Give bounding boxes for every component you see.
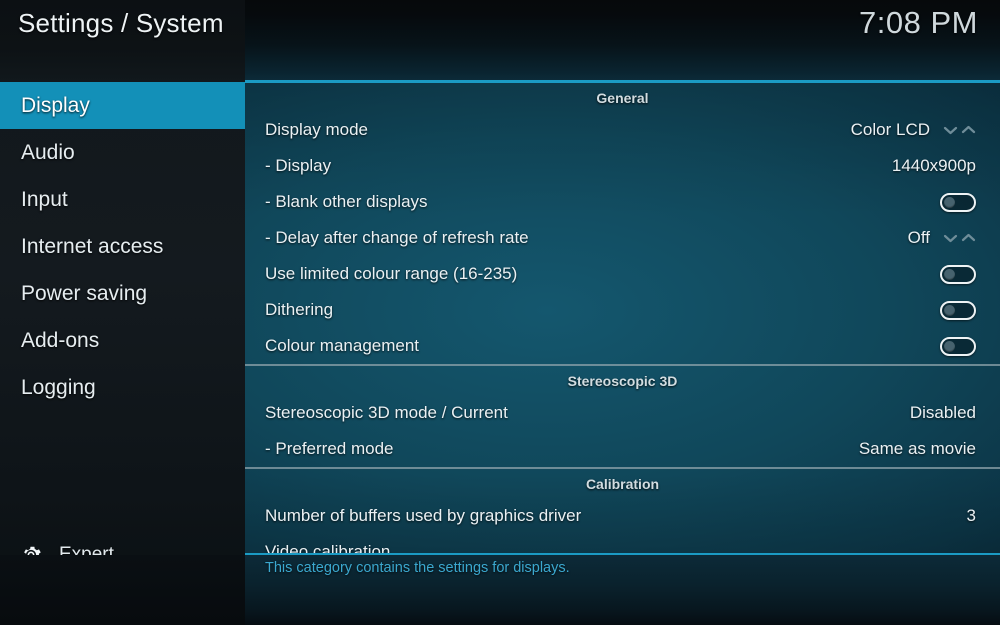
setting-label: Video calibration bbox=[265, 542, 391, 553]
chevron-up-icon[interactable] bbox=[960, 231, 977, 245]
setting-value: Same as movie bbox=[858, 439, 976, 458]
chevron-up-icon[interactable] bbox=[960, 123, 977, 137]
setting-control-area: 3 bbox=[967, 506, 976, 526]
setting-value: 1440x900p bbox=[891, 156, 976, 175]
sidebar-item-label: Power saving bbox=[21, 281, 148, 305]
spinner-control[interactable] bbox=[942, 123, 976, 137]
chevron-down-icon[interactable] bbox=[942, 231, 959, 245]
clock: 7:08 PM bbox=[859, 5, 978, 40]
setting-row[interactable]: Display mode Color LCD bbox=[245, 112, 1000, 148]
setting-control-area: Same as movie bbox=[859, 439, 976, 459]
setting-label: Number of buffers used by graphics drive… bbox=[265, 506, 582, 525]
sidebar-menu: Display Audio Input Internet access Power sa… bbox=[0, 82, 245, 411]
sidebar-footer-fill bbox=[0, 555, 245, 625]
setting-row[interactable]: Use limited colour range (16-235) bbox=[245, 256, 1000, 292]
sidebar-item-internet-access[interactable]: Internet access bbox=[0, 223, 245, 270]
sidebar-item-audio[interactable]: Audio bbox=[0, 129, 245, 176]
sidebar-item-label: Add-ons bbox=[21, 328, 100, 352]
setting-toggle[interactable] bbox=[940, 336, 976, 356]
setting-label: - Preferred mode bbox=[265, 439, 394, 458]
setting-value: Off bbox=[907, 228, 930, 247]
setting-label: - Delay after change of refresh rate bbox=[265, 228, 529, 247]
sidebar: Display Audio Input Internet access Power sa… bbox=[0, 82, 245, 625]
kodi-settings-window: Settings / System 7:08 PM Display Audio In… bbox=[0, 0, 1000, 625]
setting-control-area: Color LCD bbox=[851, 120, 976, 140]
setting-toggle[interactable] bbox=[940, 264, 976, 284]
setting-label: Display mode bbox=[265, 120, 368, 139]
setting-row[interactable]: - Blank other displays bbox=[245, 184, 1000, 220]
setting-label: Stereoscopic 3D mode / Current bbox=[265, 403, 508, 422]
page-title: Settings / System bbox=[18, 8, 224, 38]
setting-control-area bbox=[940, 336, 976, 356]
setting-row[interactable]: - Display 1440x900p bbox=[245, 148, 1000, 184]
settings-list-viewport[interactable]: General Display mode Color LCD - Display 144… bbox=[245, 83, 1000, 553]
description-bar: This category contains the settings for … bbox=[245, 555, 1000, 625]
setting-toggle[interactable] bbox=[940, 192, 976, 212]
sidebar-item-input[interactable]: Input bbox=[0, 176, 245, 223]
setting-control-area bbox=[940, 192, 976, 212]
setting-row[interactable]: Video calibration bbox=[245, 534, 1000, 553]
setting-row[interactable]: - Delay after change of refresh rate Off bbox=[245, 220, 1000, 256]
window-header: Settings / System 7:08 PM bbox=[0, 0, 1000, 82]
setting-toggle[interactable] bbox=[940, 300, 976, 320]
sidebar-item-label: Logging bbox=[21, 375, 96, 399]
sidebar-item-logging[interactable]: Logging bbox=[0, 364, 245, 411]
sidebar-item-label: Input bbox=[21, 187, 68, 211]
setting-value: Disabled bbox=[909, 403, 976, 422]
setting-label: Colour management bbox=[265, 336, 420, 355]
setting-label: Use limited colour range (16-235) bbox=[265, 264, 518, 283]
sidebar-item-display[interactable]: Display bbox=[0, 82, 245, 129]
description-text: This category contains the settings for … bbox=[265, 560, 570, 576]
section-heading: Stereoscopic 3D bbox=[567, 372, 678, 389]
toggle-knob bbox=[944, 196, 955, 208]
setting-label: - Blank other displays bbox=[265, 192, 428, 211]
setting-control-area: Off bbox=[908, 228, 976, 248]
settings-sections: General Display mode Color LCD - Display 144… bbox=[245, 83, 1000, 553]
setting-row[interactable]: Dithering bbox=[245, 292, 1000, 328]
setting-label: Dithering bbox=[265, 300, 334, 319]
toggle-knob bbox=[944, 340, 955, 352]
section-heading: General bbox=[596, 89, 649, 106]
chevron-down-icon[interactable] bbox=[942, 123, 959, 137]
setting-control-area: 1440x900p bbox=[892, 156, 976, 176]
setting-row[interactable]: - Preferred mode Same as movie bbox=[245, 431, 1000, 467]
setting-control-area: Disabled bbox=[910, 403, 976, 423]
spinner-control[interactable] bbox=[942, 231, 976, 245]
setting-row[interactable]: Colour management bbox=[245, 328, 1000, 364]
sidebar-item-label: Audio bbox=[21, 140, 75, 164]
setting-value: 3 bbox=[966, 506, 976, 525]
setting-row[interactable]: Stereoscopic 3D mode / Current Disabled bbox=[245, 395, 1000, 431]
section-heading: Calibration bbox=[585, 475, 660, 492]
setting-control-area bbox=[940, 300, 976, 320]
setting-value: Color LCD bbox=[850, 120, 930, 139]
sidebar-item-label: Internet access bbox=[21, 234, 164, 258]
setting-control-area bbox=[940, 264, 976, 284]
toggle-knob bbox=[944, 304, 955, 316]
sidebar-item-add-ons[interactable]: Add-ons bbox=[0, 317, 245, 364]
sidebar-item-label: Display bbox=[21, 93, 90, 117]
setting-label: - Display bbox=[265, 156, 332, 175]
sidebar-item-power-saving[interactable]: Power saving bbox=[0, 270, 245, 317]
toggle-knob bbox=[944, 268, 955, 280]
setting-row[interactable]: Number of buffers used by graphics drive… bbox=[245, 498, 1000, 534]
